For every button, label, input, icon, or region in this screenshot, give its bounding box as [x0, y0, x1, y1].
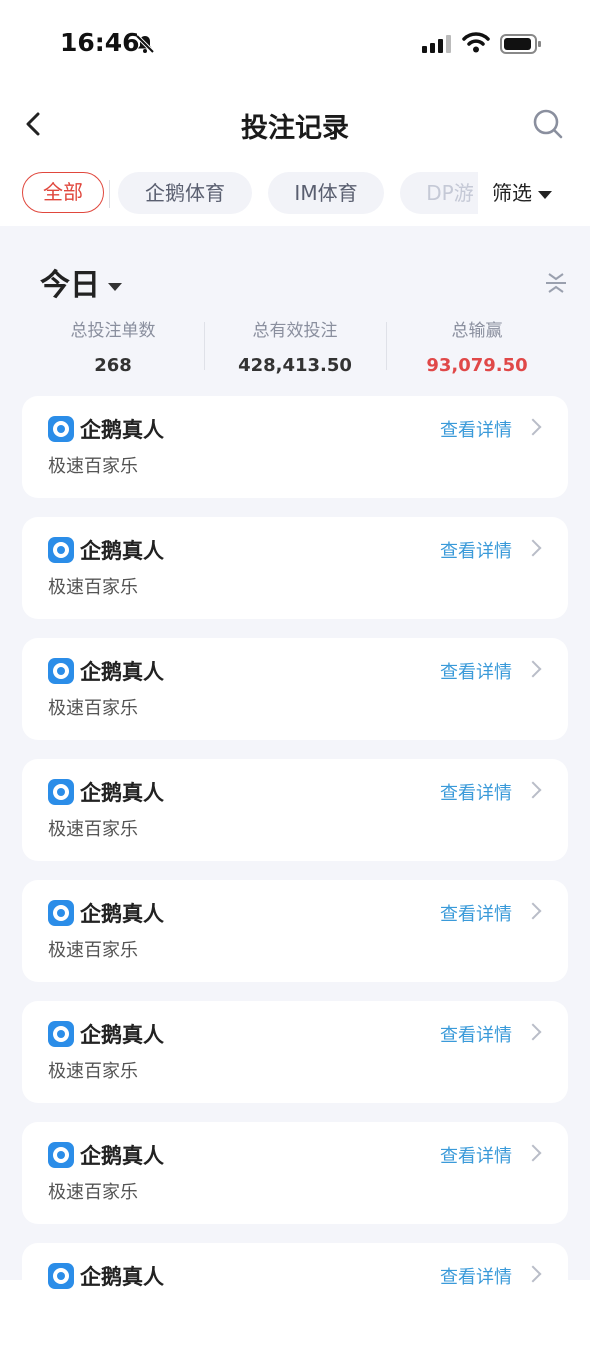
stat-total-bets: 总投注单数 268 [22, 316, 204, 376]
provider-logo-icon [48, 1021, 74, 1047]
view-details-link[interactable]: 查看详情 [440, 416, 512, 442]
record-game: 极速百家乐 [48, 819, 138, 840]
chevron-right-icon[interactable] [524, 902, 542, 920]
record-provider: 企鹅真人 [80, 660, 164, 684]
period-selector[interactable]: 今日 [40, 260, 122, 304]
view-details-link[interactable]: 查看详情 [440, 658, 512, 684]
provider-logo-icon [48, 658, 74, 684]
stat-value: 268 [94, 355, 132, 376]
record-provider: 企鹅真人 [80, 1144, 164, 1168]
stat-total-win-loss: 总输赢 93,079.50 [386, 316, 568, 376]
record-game: 极速百家乐 [48, 456, 138, 477]
record-provider: 企鹅真人 [80, 1265, 164, 1289]
view-details-link[interactable]: 查看详情 [440, 900, 512, 926]
status-time: 16:46 [60, 28, 140, 57]
summary-stats: 总投注单数 268 总有效投注 428,413.50 总输赢 93,079.50 [22, 316, 568, 376]
filter-button[interactable]: 筛选 [478, 172, 590, 214]
cellular-signal-icon [422, 35, 451, 53]
provider-logo-icon [48, 416, 74, 442]
record-card[interactable]: 企鹅真人极速百家乐 查看详情 [22, 1001, 568, 1103]
view-details-link[interactable]: 查看详情 [440, 1263, 512, 1289]
status-bar: 16:46 [0, 0, 590, 88]
records-panel: 今日 总投注单数 268 总有效投注 428,413.50 总输赢 93,079… [0, 226, 590, 1345]
chevron-right-icon[interactable] [524, 660, 542, 678]
record-card[interactable]: 企鹅真人极速百家乐 查看详情 [22, 396, 568, 498]
view-details-link[interactable]: 查看详情 [440, 779, 512, 805]
chevron-right-icon[interactable] [524, 781, 542, 799]
record-game: 极速百家乐 [48, 1061, 138, 1082]
view-details-link[interactable]: 查看详情 [440, 1142, 512, 1168]
provider-logo-icon [48, 779, 74, 805]
tab-divider [109, 180, 110, 208]
record-card[interactable]: 企鹅真人 查看详情 [22, 1243, 568, 1345]
filter-label: 筛选 [492, 181, 532, 205]
stat-valid-bets: 总有效投注 428,413.50 [204, 316, 386, 376]
view-details-link[interactable]: 查看详情 [440, 537, 512, 563]
record-provider: 企鹅真人 [80, 418, 164, 442]
search-icon[interactable] [530, 106, 566, 142]
tab-penguin-sports[interactable]: 企鹅体育 [118, 172, 252, 214]
view-details-link[interactable]: 查看详情 [440, 1021, 512, 1047]
bell-muted-icon [135, 34, 155, 54]
tab-im-sports[interactable]: IM体育 [268, 172, 384, 214]
tab-all[interactable]: 全部 [22, 172, 104, 213]
record-game: 极速百家乐 [48, 1182, 138, 1203]
stat-label: 总投注单数 [70, 321, 156, 341]
provider-logo-icon [48, 1263, 74, 1289]
record-card[interactable]: 企鹅真人极速百家乐 查看详情 [22, 638, 568, 740]
stat-label: 总输赢 [451, 321, 503, 341]
chevron-right-icon[interactable] [524, 1023, 542, 1041]
record-game: 极速百家乐 [48, 577, 138, 598]
record-provider: 企鹅真人 [80, 781, 164, 805]
stat-label: 总有效投注 [252, 321, 338, 341]
chevron-right-icon[interactable] [524, 539, 542, 557]
provider-logo-icon [48, 537, 74, 563]
page-title: 投注记录 [241, 113, 349, 144]
provider-logo-icon [48, 900, 74, 926]
record-card[interactable]: 企鹅真人极速百家乐 查看详情 [22, 880, 568, 982]
record-provider: 企鹅真人 [80, 902, 164, 926]
record-game: 极速百家乐 [48, 940, 138, 961]
chevron-right-icon[interactable] [524, 1144, 542, 1162]
caret-down-icon [538, 190, 552, 199]
record-provider: 企鹅真人 [80, 1023, 164, 1047]
nav-bar: 投注记录 [0, 88, 590, 160]
battery-icon [500, 34, 541, 54]
stat-value: 428,413.50 [238, 355, 352, 376]
provider-logo-icon [48, 1142, 74, 1168]
wifi-icon [462, 32, 490, 53]
provider-tabs: 全部 企鹅体育 IM体育 DP游 筛选 [0, 160, 590, 226]
record-card[interactable]: 企鹅真人极速百家乐 查看详情 [22, 1122, 568, 1224]
record-provider: 企鹅真人 [80, 539, 164, 563]
collapse-icon[interactable] [543, 270, 569, 296]
record-card[interactable]: 企鹅真人极速百家乐 查看详情 [22, 759, 568, 861]
chevron-right-icon[interactable] [524, 418, 542, 436]
period-label: 今日 [40, 268, 100, 303]
caret-down-icon [108, 282, 122, 291]
record-card[interactable]: 企鹅真人极速百家乐 查看详情 [22, 517, 568, 619]
record-game: 极速百家乐 [48, 698, 138, 719]
stat-value: 93,079.50 [426, 355, 528, 376]
